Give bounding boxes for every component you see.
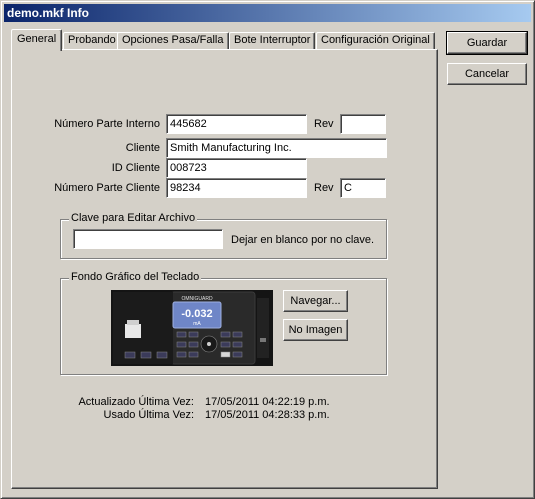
tab-breaker-box[interactable]: Bote Interruptor	[229, 32, 316, 50]
tab-general[interactable]: General	[11, 29, 63, 51]
tab-strip: General Probando Opciones Pasa/Falla Bot…	[11, 29, 436, 51]
tab-pass-fail-options[interactable]: Opciones Pasa/Falla	[117, 32, 229, 50]
info-dialog: demo.mkf Info General Probando Opciones …	[0, 0, 535, 499]
window-title: demo.mkf Info	[7, 6, 90, 20]
tab-probando[interactable]: Probando	[63, 32, 121, 50]
tab-original-config[interactable]: Configuración Original	[316, 32, 435, 50]
cancel-button[interactable]: Cancelar	[447, 63, 527, 85]
save-button[interactable]: Guardar	[446, 31, 528, 55]
general-tab-panel	[11, 49, 438, 489]
title-bar[interactable]: demo.mkf Info	[4, 4, 531, 22]
